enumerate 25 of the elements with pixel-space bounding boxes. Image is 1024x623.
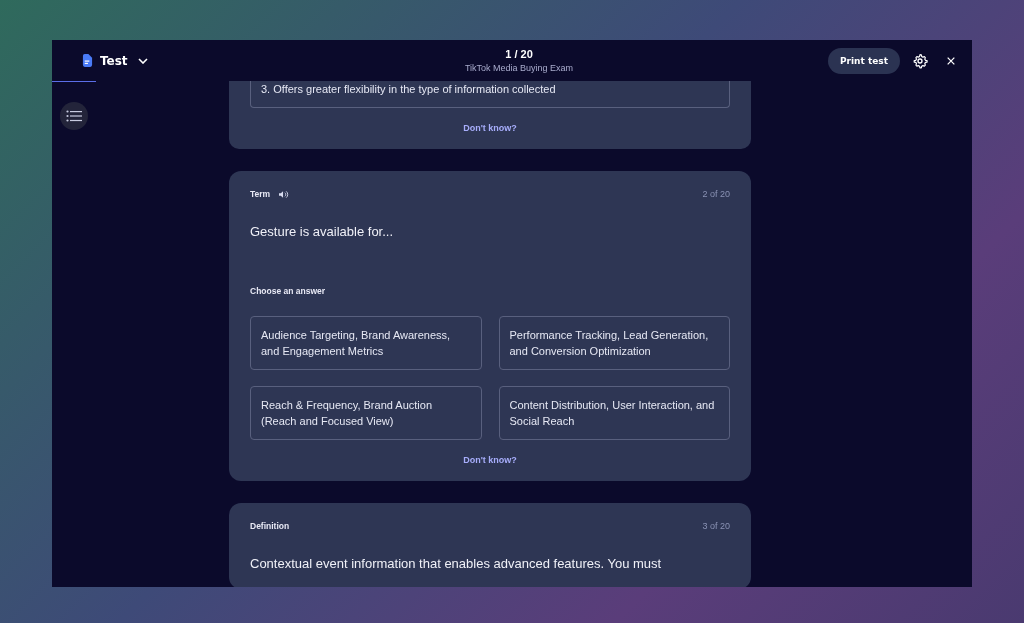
settings-icon[interactable]	[912, 52, 928, 69]
print-test-button[interactable]: Print test	[827, 47, 900, 74]
question-list-button[interactable]	[60, 102, 88, 130]
document-icon	[82, 54, 93, 67]
progress-counter: 1 / 20	[504, 48, 534, 60]
card-type-label: Term	[250, 189, 271, 199]
speaker-icon[interactable]	[278, 189, 290, 199]
test-menu-button[interactable]: Test	[82, 53, 148, 68]
close-icon[interactable]	[946, 55, 956, 66]
exam-title: TikTok Media Buying Exam	[463, 63, 575, 73]
card-counter: 3 of 20	[702, 521, 730, 531]
dont-know-link[interactable]: Don't know?	[463, 123, 517, 133]
answer-option[interactable]: Performance Tracking, Lead Generation, and Conversion Optimization	[498, 316, 730, 370]
card-type-label: Definition	[250, 521, 290, 531]
question-text: Gesture is available for...	[250, 223, 395, 241]
card-counter: 2 of 20	[702, 189, 730, 199]
dont-know-link[interactable]: Don't know?	[463, 455, 517, 465]
answer-option[interactable]: Content Distribution, User Interaction, and Social Reach	[498, 386, 730, 440]
answer-option[interactable]: 3. Offers greater flexibility in the type of information collected	[250, 81, 730, 108]
chevron-down-icon	[137, 57, 148, 64]
answer-option[interactable]: Audience Targeting, Brand Awareness, and Engagement Metrics	[250, 316, 482, 370]
question-text: Contextual event information that enables advanced features. You must	[250, 555, 663, 573]
answer-prompt: Choose an answer	[250, 286, 327, 296]
answer-option[interactable]: Reach & Frequency, Brand Auction (Reach and Focused View)	[250, 386, 482, 440]
list-icon	[66, 110, 82, 122]
